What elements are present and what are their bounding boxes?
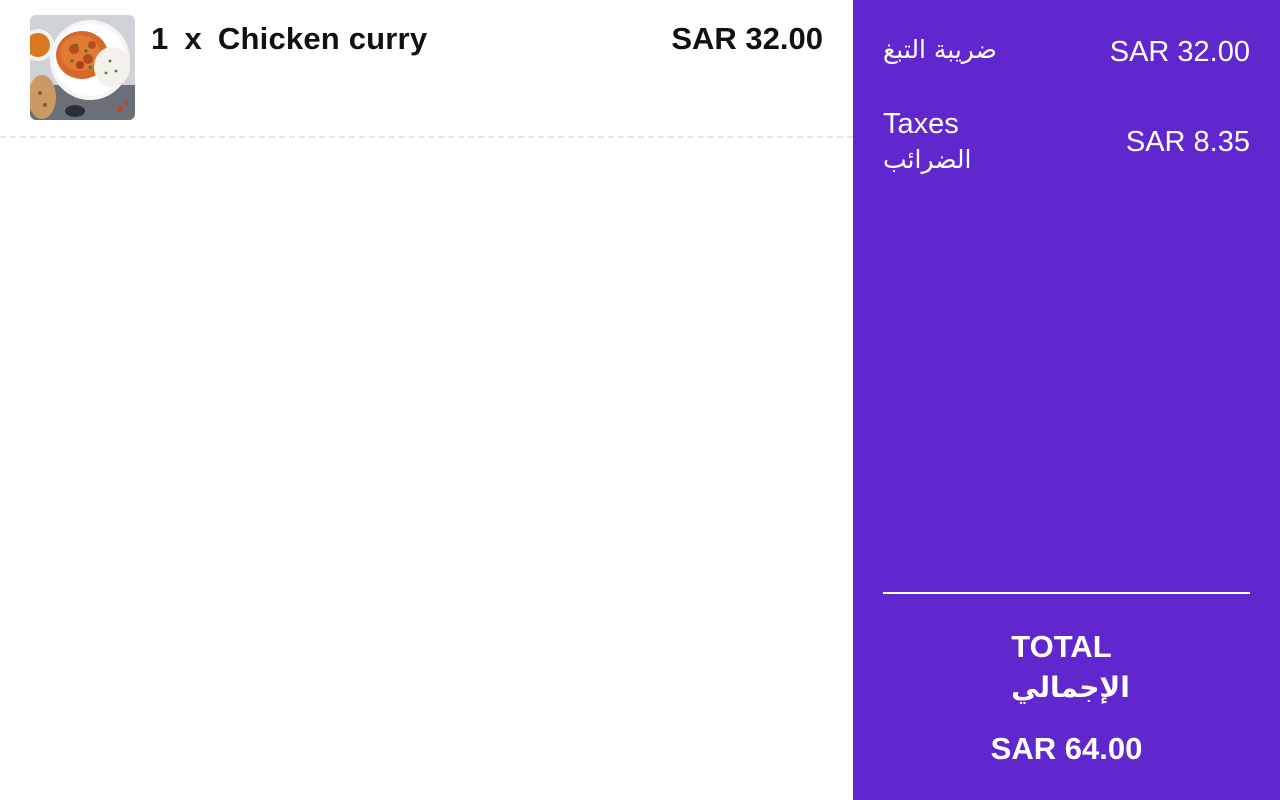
summary-pane: ضريبة التبغ SAR 32.00 Taxes الضرائب SAR … [853, 0, 1280, 800]
taxes-row: Taxes الضرائب SAR 8.35 [883, 104, 1250, 184]
tobacco-tax-label: ضريبة التبغ [883, 35, 997, 64]
order-items-pane: 1 x Chicken curry SAR 32.00 [0, 0, 853, 800]
total-label: TOTAL [1011, 629, 1112, 664]
total-value: SAR 64.00 [990, 731, 1143, 766]
taxes-value: SAR 8.35 [1125, 126, 1250, 158]
item-multiplier: x [184, 21, 202, 56]
item-price: SAR 32.00 [671, 21, 823, 56]
order-item-row: 1 x Chicken curry SAR 32.00 [0, 0, 853, 138]
total-divider [883, 592, 1250, 594]
tobacco-tax-value: SAR 32.00 [1109, 36, 1250, 68]
item-quantity: 1 [151, 21, 169, 56]
tobacco-tax-row: ضريبة التبغ SAR 32.00 [883, 30, 1250, 74]
chicken-curry-photo [30, 15, 135, 120]
taxes-label: Taxes [883, 108, 959, 140]
taxes-label-arabic: الضرائب [883, 145, 972, 174]
order-summary-screen: 1 x Chicken curry SAR 32.00 ضريبة التبغ SA… [0, 0, 1280, 800]
order-item-description: 1 x Chicken curry [151, 20, 427, 58]
total-label-arabic: الإجمالي [1011, 671, 1130, 704]
item-name: Chicken curry [217, 21, 428, 56]
